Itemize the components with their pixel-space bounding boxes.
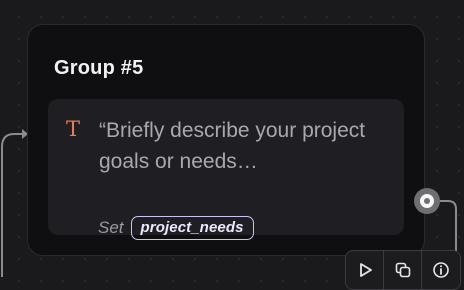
output-handle-core	[424, 198, 430, 204]
group-card[interactable]: Group #5 T “Briefly describe your projec…	[27, 24, 425, 256]
set-label: Set	[98, 218, 124, 237]
variable-badge[interactable]: project_needs	[130, 216, 254, 240]
block-toolbar	[345, 250, 461, 290]
info-button[interactable]	[422, 251, 460, 289]
group-title: Group #5	[54, 57, 144, 79]
set-variable-row: Set project_needs	[98, 216, 254, 240]
output-handle[interactable]	[414, 188, 440, 214]
text-bubble-block[interactable]: T “Briefly describe your project goals o…	[48, 99, 404, 240]
info-icon	[433, 262, 449, 278]
prompt-text: “Briefly describe your project goals or …	[99, 119, 366, 173]
play-button[interactable]	[346, 251, 384, 289]
duplicate-icon	[395, 262, 410, 278]
duplicate-button[interactable]	[384, 251, 422, 289]
text-icon: T	[66, 117, 81, 141]
play-icon	[359, 263, 372, 277]
